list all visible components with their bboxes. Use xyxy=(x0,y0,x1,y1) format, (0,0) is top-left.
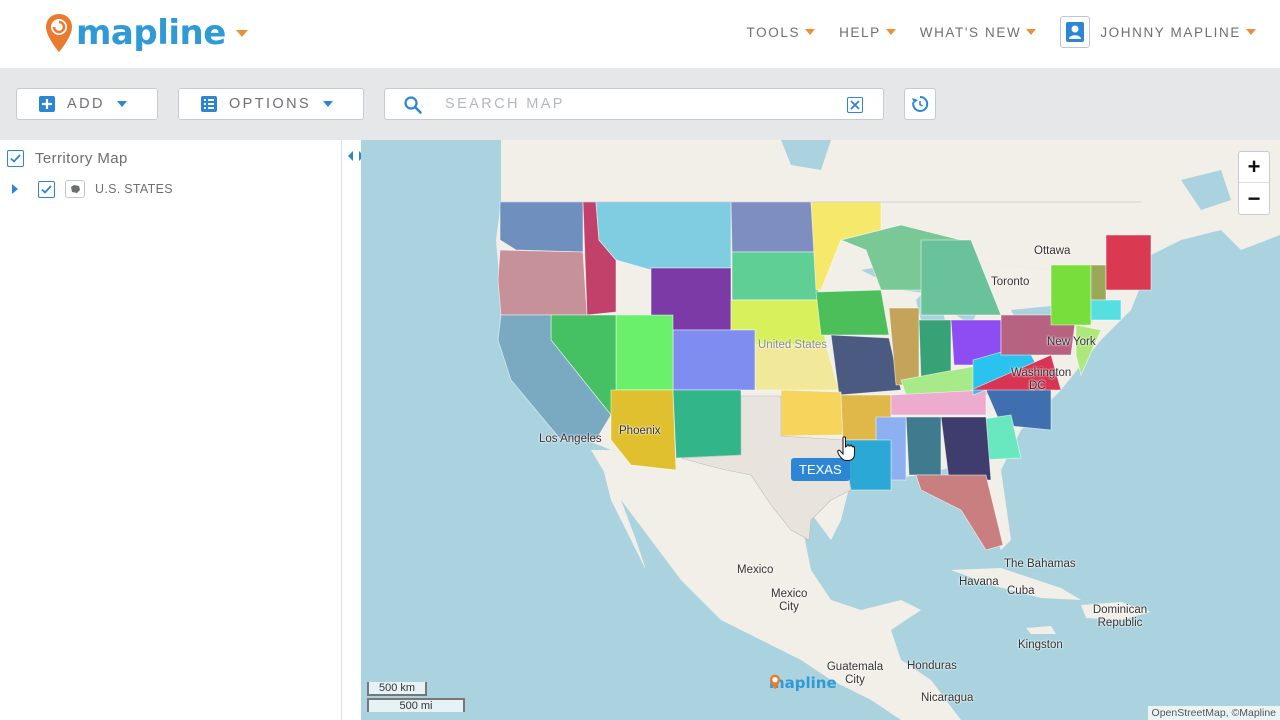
refresh-icon xyxy=(912,95,929,112)
label-the-bahamas: The Bahamas xyxy=(1004,558,1076,570)
label-mexico: Mexico xyxy=(737,564,774,576)
mapline-watermark: mapline xyxy=(769,674,837,692)
nav-tools[interactable]: TOOLS xyxy=(747,25,816,40)
nav-whats-new[interactable]: WHAT'S NEW xyxy=(920,25,1037,40)
user-avatar-icon xyxy=(1060,16,1091,48)
layer-us-states: U.S. STATES xyxy=(12,180,173,198)
label-washington: Washington xyxy=(1011,367,1072,379)
layers-sidebar: Territory Map U.S. STATES xyxy=(0,140,342,720)
nav-tools-label: TOOLS xyxy=(746,24,801,40)
scale-mi: 500 mi xyxy=(367,698,465,712)
label-nicaragua: Nicaragua xyxy=(921,692,974,704)
options-button[interactable]: OPTIONS xyxy=(178,88,364,120)
us-states-label[interactable]: U.S. STATES xyxy=(95,182,173,196)
zoom-out-button[interactable]: − xyxy=(1239,183,1269,214)
map-pin-icon xyxy=(770,674,780,690)
add-button[interactable]: ADD xyxy=(16,88,158,120)
territory-layer-icon xyxy=(65,180,85,198)
app-header: mapline TOOLS HELP WHAT'S NEW JOHNNY MAP… xyxy=(0,0,1280,68)
clear-search-icon[interactable] xyxy=(847,97,863,113)
us-states-checkbox[interactable] xyxy=(38,180,55,198)
label-havana: Havana xyxy=(959,576,999,588)
plus-icon xyxy=(39,96,55,112)
nav-whats-new-label: WHAT'S NEW xyxy=(919,24,1022,40)
user-name: JOHNNY MAPLINE xyxy=(1100,24,1241,40)
map-canvas[interactable]: Ottawa Toronto New York Washington DC Lo… xyxy=(361,140,1280,720)
search-map-box xyxy=(384,88,884,120)
label-cuba: Cuba xyxy=(1007,585,1035,597)
zoom-in-button[interactable]: + xyxy=(1239,152,1269,183)
search-input[interactable] xyxy=(445,89,835,119)
label-ottawa: Ottawa xyxy=(1034,245,1071,257)
tree-root-territory-map: Territory Map xyxy=(7,150,128,167)
options-button-label: OPTIONS xyxy=(229,96,312,112)
toolbar: ADD OPTIONS xyxy=(0,68,1280,140)
expand-arrow-icon[interactable] xyxy=(12,184,18,194)
chevron-down-icon xyxy=(805,29,816,35)
mapline-logo[interactable]: mapline xyxy=(44,10,248,56)
label-kingston: Kingston xyxy=(1018,639,1063,651)
chevron-down-icon xyxy=(116,101,127,107)
chevron-down-icon xyxy=(1026,29,1037,35)
label-united-states: United States xyxy=(758,339,828,351)
chevron-down-icon xyxy=(323,101,334,107)
chevron-down-icon xyxy=(1246,29,1256,35)
scale-km: 500 km xyxy=(367,682,427,696)
add-button-label: ADD xyxy=(67,96,105,112)
label-phoenix: Phoenix xyxy=(619,425,661,437)
label-mexico-city: Mexico City xyxy=(771,588,808,613)
map-basemap xyxy=(361,140,1280,720)
map-pin-logo-icon xyxy=(46,14,72,52)
label-dominican-republic: Dominican Republic xyxy=(1092,604,1148,629)
territory-map-checkbox[interactable] xyxy=(7,150,24,167)
zoom-controls: + − xyxy=(1238,151,1270,215)
list-icon xyxy=(201,96,217,112)
chevron-down-icon[interactable] xyxy=(235,29,248,37)
chevron-down-icon xyxy=(885,29,896,35)
label-dc: DC xyxy=(1029,380,1046,392)
hand-cursor-icon xyxy=(837,436,855,461)
label-new-york: New York xyxy=(1047,336,1096,348)
nav-help[interactable]: HELP xyxy=(839,25,896,40)
territory-map-label[interactable]: Territory Map xyxy=(35,150,128,167)
top-nav: TOOLS HELP WHAT'S NEW JOHNNY MAPLINE xyxy=(723,16,1256,48)
refresh-button[interactable] xyxy=(904,88,936,120)
map-attribution[interactable]: OpenStreetMap, ©Mapline xyxy=(1147,706,1280,720)
label-los-angeles: Los Angeles xyxy=(539,433,602,445)
search-icon xyxy=(404,96,422,114)
label-toronto: Toronto xyxy=(991,276,1030,288)
label-honduras: Honduras xyxy=(907,660,957,672)
nav-help-label: HELP xyxy=(839,24,881,40)
brand-name: mapline xyxy=(76,13,226,53)
user-menu[interactable]: JOHNNY MAPLINE xyxy=(1060,16,1256,48)
